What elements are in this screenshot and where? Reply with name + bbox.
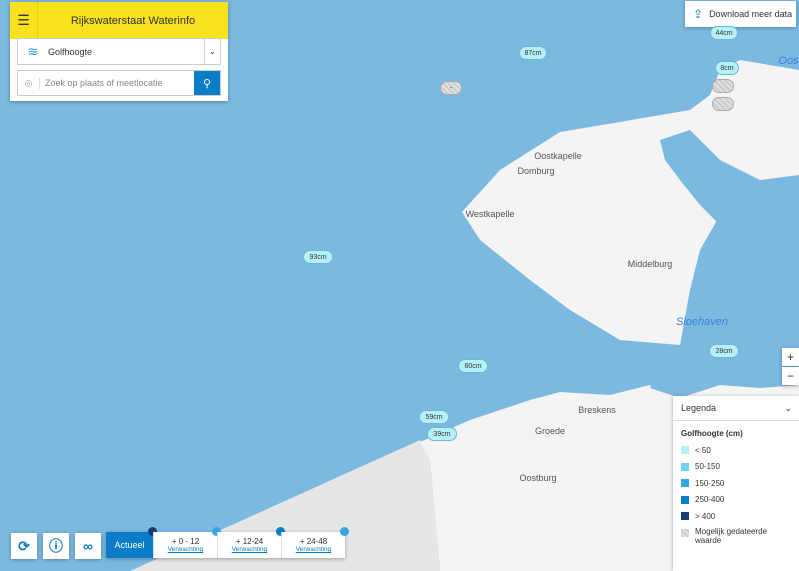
station-label[interactable]: - <box>440 81 462 95</box>
legend-item: 150-250 <box>673 475 799 492</box>
station-marker-dated[interactable] <box>712 79 734 93</box>
tab-sublabel: Verwachting <box>295 546 332 553</box>
hamburger-icon[interactable]: ☰ <box>10 2 38 39</box>
export-icon: ⇪ <box>693 7 704 21</box>
link-button[interactable]: ∞ <box>75 533 101 559</box>
station-label[interactable]: 44cm <box>710 26 738 40</box>
legend-label: < 50 <box>695 445 711 455</box>
station-marker-dated[interactable] <box>712 97 734 111</box>
zoom-in-button[interactable]: + <box>782 348 799 366</box>
water-name: Sloehaven <box>676 316 728 328</box>
place-name: Breskens <box>578 405 616 415</box>
zoom-out-button[interactable]: − <box>782 367 799 385</box>
legend-title: Legenda <box>681 403 717 413</box>
refresh-button[interactable]: ⟳ <box>11 533 37 559</box>
parameter-select[interactable]: ≋ Golfhoogte ⌄ <box>17 38 221 65</box>
color-swatch <box>681 512 689 521</box>
color-swatch <box>681 479 689 488</box>
station-label[interactable]: 39cm <box>427 427 457 441</box>
legend-item-dated: Mogelijk gedateerde waarde <box>673 525 799 545</box>
legend-item: 250-400 <box>673 492 799 509</box>
search-placeholder: Zoek op plaats of meetlocatie <box>45 78 163 88</box>
search-input[interactable]: ◎ Zoek op plaats of meetlocatie ⚲ <box>17 70 221 96</box>
legend-label: 150-250 <box>695 478 725 488</box>
app-title: Rijkswaterstaat Waterinfo <box>70 14 196 27</box>
color-swatch <box>681 495 689 504</box>
legend-item: < 50 <box>673 442 799 459</box>
place-name: Oostburg <box>519 473 557 483</box>
color-swatch <box>681 446 689 455</box>
search-panel: ☰ Rijkswaterstaat Waterinfo ≋ Golfhoogte… <box>10 2 228 101</box>
legend-item: > 400 <box>673 508 799 525</box>
time-tab[interactable]: + 0 - 12 Verwachting <box>153 527 221 558</box>
tab-sublabel: Verwachting <box>231 546 268 553</box>
legend-item: 50-150 <box>673 459 799 476</box>
parameter-select-value: Golfhoogte <box>48 46 93 57</box>
legend-header[interactable]: Legenda ⌄ <box>673 396 799 421</box>
waves-icon: ≋ <box>27 43 39 59</box>
tab-label: + 0 - 12 <box>171 537 200 546</box>
station-label[interactable]: 59cm <box>419 410 449 424</box>
hatched-swatch <box>681 528 689 537</box>
download-label: Download meer data <box>709 9 793 19</box>
color-swatch <box>681 462 689 471</box>
legend-subtitle: Golfhoogte (cm) <box>681 429 743 438</box>
status-dot <box>340 527 349 536</box>
station-label[interactable]: 87cm <box>519 46 547 60</box>
download-button[interactable]: ⇪ Download meer data <box>685 1 796 27</box>
legend-label: > 400 <box>695 511 716 521</box>
time-tab[interactable]: + 12-24 Verwachting <box>217 527 285 558</box>
legend-label: 50-150 <box>695 462 720 472</box>
chevron-down-icon[interactable]: ⌄ <box>784 403 792 414</box>
chevron-down-icon[interactable]: ⌄ <box>204 39 220 64</box>
place-name: Groede <box>534 426 566 436</box>
place-name: Oostkapelle <box>534 151 582 161</box>
station-label[interactable]: 8cm <box>715 61 739 75</box>
water-name: Oost <box>778 55 799 67</box>
time-tab[interactable]: + 24-48 Verwachting <box>281 527 349 558</box>
tab-sublabel: Verwachting <box>167 546 204 553</box>
info-button[interactable]: ⓘ <box>43 533 69 559</box>
station-label[interactable]: 60cm <box>458 359 488 373</box>
legend-panel: Legenda ⌄ Golfhoogte (cm) < 50 50-150 150-2… <box>673 396 799 571</box>
legend-label: 250-400 <box>695 495 725 505</box>
time-tabs: Actueel + 0 - 12 Verwachting + 12-24 Verwach… <box>106 527 349 558</box>
search-button[interactable]: ⚲ <box>194 71 220 95</box>
place-name: Westkapelle <box>465 209 515 219</box>
station-label[interactable]: 28cm <box>709 344 739 358</box>
legend-label: Mogelijk gedateerde waarde <box>695 526 768 545</box>
tab-label: + 24-48 <box>299 537 328 546</box>
station-label[interactable]: 93cm <box>303 250 333 264</box>
place-name: Domburg <box>517 166 555 176</box>
locate-icon[interactable]: ◎ <box>18 77 40 89</box>
time-tab[interactable]: Actueel <box>106 527 157 558</box>
tab-label: + 12-24 <box>235 537 264 546</box>
place-name: Middelburg <box>627 259 673 269</box>
tab-label: Actueel <box>114 540 145 550</box>
